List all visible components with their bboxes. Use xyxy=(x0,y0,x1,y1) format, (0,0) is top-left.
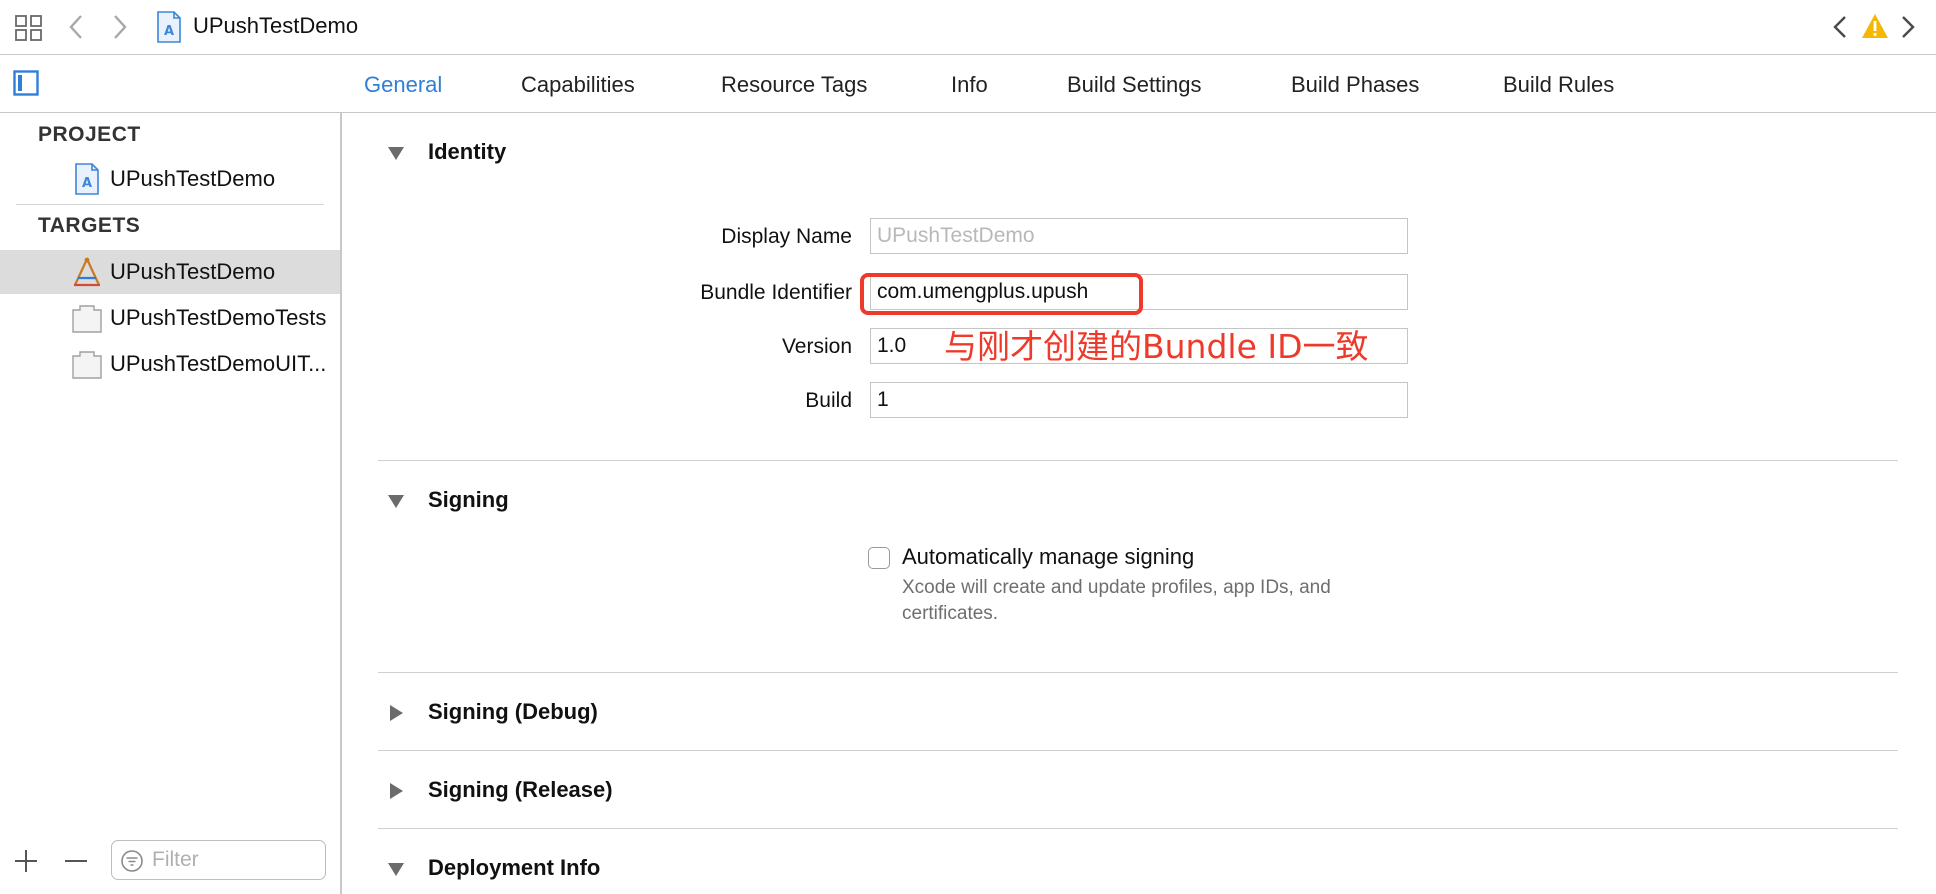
main-content: Identity Display Name Bundle Identifier … xyxy=(342,113,1936,894)
app-target-icon xyxy=(74,257,100,287)
disclosure-triangle-expanded-icon[interactable] xyxy=(386,859,406,879)
sidebar-item-project[interactable]: A UPushTestDemo xyxy=(0,157,340,201)
filter-icon xyxy=(121,850,143,872)
sidebar-item-label: UPushTestDemoUIT... xyxy=(110,351,327,376)
chevron-left-icon[interactable] xyxy=(1830,13,1850,41)
tab-capabilities[interactable]: Capabilities xyxy=(521,71,635,99)
disclosure-triangle-expanded-icon[interactable] xyxy=(386,143,406,163)
sidebar-item-target-uitests[interactable]: UPushTestDemoUIT... xyxy=(0,342,340,386)
build-label: Build xyxy=(805,389,852,412)
disclosure-triangle-expanded-icon[interactable] xyxy=(386,491,406,511)
section-title: Signing xyxy=(428,487,509,512)
version-label: Version xyxy=(781,335,852,358)
tab-resource-tags[interactable]: Resource Tags xyxy=(721,71,867,99)
sidebar-item-label: UPushTestDemoTests xyxy=(110,305,327,330)
sidebar-item-target-app[interactable]: UPushTestDemo xyxy=(0,250,340,294)
sidebar-item-label: UPushTestDemo xyxy=(110,259,276,284)
chevron-right-icon[interactable] xyxy=(108,12,132,42)
display-name-label: Display Name xyxy=(721,225,852,248)
bundle-identifier-input[interactable] xyxy=(870,274,1408,310)
section-title: Identity xyxy=(428,139,507,164)
signing-help-text: Xcode will create and update profiles, a… xyxy=(902,577,1331,624)
auto-manage-signing-checkbox[interactable] xyxy=(868,547,890,569)
sidebar: PROJECT A UPushTestDemo TARGETS UPushTes… xyxy=(0,113,342,894)
display-name-input[interactable] xyxy=(870,218,1408,254)
bundle-identifier-label: Bundle Identifier xyxy=(700,281,852,304)
section-title: Signing (Debug) xyxy=(428,699,598,724)
filter-field[interactable] xyxy=(111,840,326,880)
tab-bar: General Capabilities Resource Tags Info … xyxy=(0,55,1936,113)
sidebar-item-target-tests[interactable]: UPushTestDemoTests xyxy=(0,296,340,340)
section-title: Deployment Info xyxy=(428,855,601,880)
plus-icon[interactable] xyxy=(12,847,40,875)
sidebar-item-label: UPushTestDemo xyxy=(110,166,276,191)
disclosure-triangle-collapsed-icon[interactable] xyxy=(386,781,406,801)
tab-build-rules[interactable]: Build Rules xyxy=(1503,71,1614,99)
build-input[interactable] xyxy=(870,382,1408,418)
tab-build-settings[interactable]: Build Settings xyxy=(1067,71,1202,99)
minus-icon[interactable] xyxy=(62,847,90,875)
section-divider xyxy=(378,750,1898,751)
tab-build-phases[interactable]: Build Phases xyxy=(1291,71,1419,99)
filter-input[interactable] xyxy=(152,847,317,873)
sidebar-toggle-icon[interactable] xyxy=(13,70,39,96)
targets-header: TARGETS xyxy=(38,214,141,237)
tab-info[interactable]: Info xyxy=(951,71,988,99)
xcode-project-icon: A xyxy=(75,163,99,195)
chevron-left-icon[interactable] xyxy=(64,12,88,42)
annotation-text: 与刚才创建的Bundle ID一致 xyxy=(944,327,1369,366)
sidebar-divider xyxy=(16,204,324,205)
svg-text:A: A xyxy=(164,24,174,39)
tab-general[interactable]: General xyxy=(364,71,442,99)
section-title: Signing (Release) xyxy=(428,777,613,802)
project-header: PROJECT xyxy=(38,123,141,146)
project-title: UPushTestDemo xyxy=(193,13,359,38)
test-bundle-icon xyxy=(72,305,102,333)
section-divider xyxy=(378,828,1898,829)
xcode-project-icon: A xyxy=(157,11,181,43)
section-divider xyxy=(378,460,1898,461)
auto-manage-signing-label[interactable]: Automatically manage signing xyxy=(902,543,1194,571)
grid-icon[interactable] xyxy=(14,14,44,42)
top-bar: A UPushTestDemo xyxy=(0,0,1936,55)
chevron-right-icon[interactable] xyxy=(1898,13,1918,41)
svg-text:A: A xyxy=(82,176,92,191)
test-bundle-icon xyxy=(72,351,102,379)
disclosure-triangle-collapsed-icon[interactable] xyxy=(386,703,406,723)
warning-icon[interactable] xyxy=(1861,12,1889,40)
section-divider xyxy=(378,672,1898,673)
